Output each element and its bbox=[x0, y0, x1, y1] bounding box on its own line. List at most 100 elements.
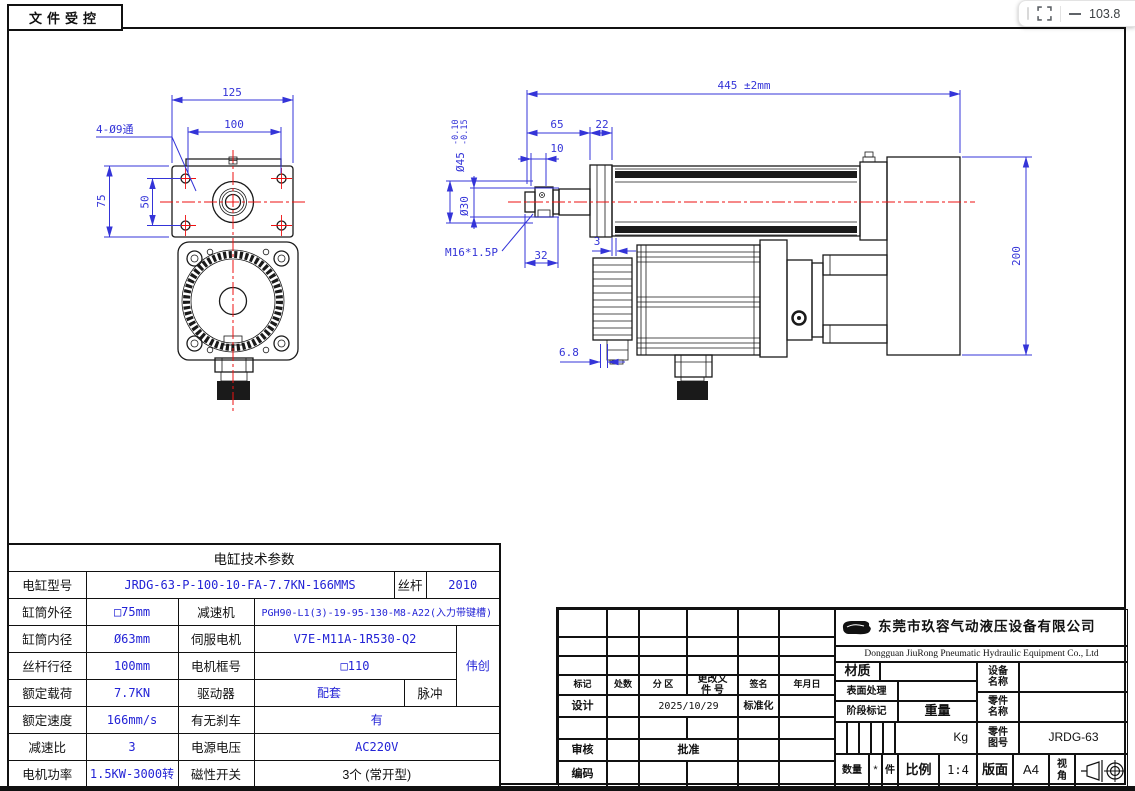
front-view: 125 100 75 50 4-Ø9通 bbox=[95, 86, 305, 414]
param-value: 3 bbox=[86, 733, 178, 760]
design-label: 设计 bbox=[558, 695, 607, 717]
company-name-cn: 东莞市玖容气动液压设备有限公司 bbox=[878, 620, 1096, 635]
rev-header-doc: 更改文件 号 bbox=[687, 675, 738, 695]
rev-cell bbox=[687, 609, 738, 637]
audit-sign-cell bbox=[607, 739, 639, 761]
surface-treatment-label: 表面处理 bbox=[835, 681, 898, 701]
dim-75: 75 bbox=[95, 194, 108, 207]
fit-to-page-icon bbox=[1037, 6, 1052, 21]
rev-cell bbox=[558, 656, 607, 675]
table-row: 额定速度 166mm/s 有无刹车 有 bbox=[8, 706, 500, 733]
rev-cell bbox=[639, 637, 687, 656]
param-label: 额定载荷 bbox=[8, 679, 86, 706]
table-row: 缸筒内径 Ø63mm 伺服电机 V7E-M11A-1R530-Q2 伟创 bbox=[8, 625, 500, 652]
design-sign-cell bbox=[607, 695, 639, 717]
code-label: 编码 bbox=[558, 761, 607, 787]
param-label: 电缸型号 bbox=[8, 571, 86, 598]
dim-100: 100 bbox=[224, 118, 244, 131]
rev-cell bbox=[738, 656, 779, 675]
rev-cell bbox=[779, 717, 835, 739]
qty-unit: 件 bbox=[882, 754, 898, 787]
param-value: 100mm bbox=[86, 652, 178, 679]
param-value: 配套 bbox=[254, 679, 404, 706]
dim-65: 65 bbox=[550, 118, 563, 131]
rev-cell bbox=[558, 717, 607, 739]
rev-cell bbox=[738, 609, 779, 637]
rev-cell bbox=[687, 717, 738, 739]
stage-cell bbox=[883, 722, 895, 754]
dim-22: 22 bbox=[595, 118, 608, 131]
dim-dia45: Ø45 bbox=[454, 152, 467, 172]
part-number-value: JRDG-63 bbox=[1019, 722, 1128, 754]
param-value: 166mm/s bbox=[86, 706, 178, 733]
zoom-out-button[interactable] bbox=[1067, 11, 1083, 17]
rev-cell bbox=[779, 609, 835, 637]
rev-cell bbox=[607, 656, 639, 675]
param-value: □110 bbox=[254, 652, 456, 679]
table-row: 丝杆行径 100mm 电机框号 □110 bbox=[8, 652, 500, 679]
viewer-toolbar: 103.8 bbox=[1018, 0, 1135, 27]
param-label: 伺服电机 bbox=[178, 625, 254, 652]
approve-label: 批准 bbox=[639, 739, 738, 761]
qty-star: * bbox=[869, 754, 882, 787]
rev-cell bbox=[558, 609, 607, 637]
weight-unit: Kg bbox=[895, 722, 977, 754]
rev-header-sign: 签名 bbox=[738, 675, 779, 695]
thread-callout: M16*1.5P bbox=[445, 246, 498, 259]
title-block: 标记 处数 分 区 更改文件 号 签名 年月日 设计 2025/10/29 标准… bbox=[556, 607, 1126, 785]
param-label: 电源电压 bbox=[178, 733, 254, 760]
stage-cell bbox=[859, 722, 871, 754]
dim-50: 50 bbox=[139, 195, 152, 208]
stage-cell bbox=[847, 722, 859, 754]
stage-cell bbox=[835, 722, 847, 754]
scale-value: 1:4 bbox=[939, 754, 977, 787]
spec-table: 电缸技术参数 电缸型号 JRDG-63-P-100-10-FA-7.7KN-16… bbox=[7, 543, 501, 788]
param-label: 缸筒内径 bbox=[8, 625, 86, 652]
param-label: 额定速度 bbox=[8, 706, 86, 733]
param-value: 1.5KW-3000转 bbox=[86, 760, 178, 787]
param-value: 伟创 bbox=[456, 625, 500, 706]
first-angle-projection-icon bbox=[1077, 756, 1127, 786]
dim-dia30: Ø30 bbox=[458, 196, 471, 216]
dim-125: 125 bbox=[222, 86, 242, 99]
code-cell bbox=[779, 761, 835, 787]
projection-symbol-cell bbox=[1075, 754, 1128, 787]
dim-32: 32 bbox=[534, 249, 547, 262]
std-sign-cell bbox=[779, 695, 835, 717]
company-name-en: Dongguan JiuRong Pneumatic Hydraulic Equ… bbox=[835, 646, 1128, 662]
side-view: 445 ±2mm 65 22 10 Ø45 -0.10 -0.15 Ø30 M1… bbox=[445, 79, 1032, 400]
param-label: 缸筒外径 bbox=[8, 598, 86, 625]
code-cell bbox=[738, 761, 779, 787]
toolbar-separator bbox=[1060, 6, 1061, 22]
table-row: 减速比 3 电源电压 AC220V bbox=[8, 733, 500, 760]
approve-date-cell bbox=[779, 739, 835, 761]
company-header: 东莞市玖容气动液压设备有限公司 bbox=[835, 609, 1128, 646]
rev-cell bbox=[738, 717, 779, 739]
rev-cell bbox=[639, 717, 687, 739]
zoom-level: 103.8 bbox=[1089, 7, 1120, 21]
table-row: 缸筒外径 □75mm 减速机 PGH90-L1(3)-19-95-130-M8-… bbox=[8, 598, 500, 625]
part-name-label: 零件名称 bbox=[977, 692, 1019, 722]
table-row: 电缸型号 JRDG-63-P-100-10-FA-7.7KN-166MMS 丝杆… bbox=[8, 571, 500, 598]
qty-label: 数量 bbox=[835, 754, 869, 787]
approve-sign-cell bbox=[738, 739, 779, 761]
dim-3: 3 bbox=[594, 235, 601, 248]
dim-6-8: 6.8 bbox=[559, 346, 579, 359]
rev-cell bbox=[607, 637, 639, 656]
param-label: 丝杆行径 bbox=[8, 652, 86, 679]
code-cell bbox=[607, 761, 639, 787]
rev-header-count: 处数 bbox=[607, 675, 639, 695]
material-label: 材质 bbox=[835, 662, 880, 681]
rev-cell bbox=[779, 637, 835, 656]
param-value: JRDG-63-P-100-10-FA-7.7KN-166MMS bbox=[86, 571, 394, 598]
table-row: 电机功率 1.5KW-3000转 磁性开关 3个 (常开型) bbox=[8, 760, 500, 787]
param-value: 7.7KN bbox=[86, 679, 178, 706]
rev-cell bbox=[607, 717, 639, 739]
weight-label: 重量 bbox=[898, 701, 977, 722]
param-label: 脉冲 bbox=[404, 679, 456, 706]
fit-to-page-button[interactable] bbox=[1035, 4, 1054, 23]
param-label: 驱动器 bbox=[178, 679, 254, 706]
param-value: 2010 bbox=[426, 571, 500, 598]
rev-cell bbox=[738, 637, 779, 656]
device-name-label: 设备名称 bbox=[977, 662, 1019, 692]
